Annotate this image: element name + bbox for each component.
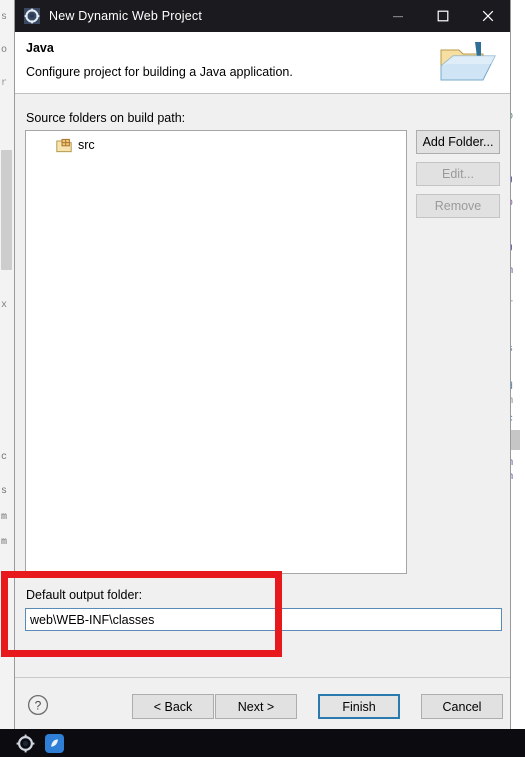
dialog-body: Source folders on build path: src Add Fo…	[1, 94, 510, 677]
remove-button: Remove	[416, 194, 500, 218]
dialog-titlebar[interactable]: New Dynamic Web Project	[15, 0, 510, 32]
background-text-fragment: m	[1, 512, 8, 523]
taskbar	[0, 729, 525, 757]
background-text-fragment: x	[1, 300, 8, 311]
list-item-label: src	[78, 138, 95, 152]
edit-button: Edit...	[416, 162, 500, 186]
app-blue-icon[interactable]	[45, 733, 64, 753]
help-icon[interactable]: ?	[27, 694, 49, 716]
finish-button[interactable]: Finish	[318, 694, 400, 719]
add-folder-button[interactable]: Add Folder...	[416, 130, 500, 154]
cancel-button[interactable]: Cancel	[421, 694, 503, 719]
dialog-footer: ? < Back Next > Finish Cancel	[15, 677, 510, 736]
background-text-fragment: m	[1, 537, 8, 548]
list-item[interactable]: src	[26, 135, 406, 155]
source-folders-list[interactable]: src	[25, 130, 407, 574]
new-dynamic-web-project-dialog: New Dynamic Web Project Java Configure p…	[1, 0, 511, 737]
default-output-folder-label: Default output folder:	[26, 588, 143, 602]
page-title: Java	[26, 41, 54, 55]
background-text-fragment: s	[1, 12, 8, 23]
back-button[interactable]: < Back	[132, 694, 214, 719]
source-folder-icon	[56, 138, 72, 153]
background-text-fragment: o	[1, 45, 8, 56]
maximize-icon[interactable]	[420, 0, 465, 32]
java-project-folder-icon	[435, 36, 497, 88]
eclipse-gear-icon[interactable]	[16, 734, 35, 753]
next-button[interactable]: Next >	[215, 694, 297, 719]
minimize-icon[interactable]	[375, 0, 420, 32]
close-icon[interactable]	[465, 0, 510, 32]
background-text-fragment: c	[1, 452, 8, 463]
page-subtitle: Configure project for building a Java ap…	[26, 65, 293, 79]
background-text-fragment: s	[1, 486, 8, 497]
source-folders-label: Source folders on build path:	[26, 111, 186, 125]
default-output-folder-input[interactable]	[25, 608, 502, 631]
background-text-fragment: r	[1, 78, 8, 89]
background-scrollbar-left[interactable]	[1, 150, 12, 270]
dialog-header: Java Configure project for building a Ja…	[15, 32, 510, 94]
dialog-title: New Dynamic Web Project	[49, 9, 203, 23]
eclipse-gear-icon	[24, 8, 40, 24]
svg-text:?: ?	[35, 699, 42, 713]
background-left-editor-strip: s o r x c s m m	[0, 0, 15, 729]
